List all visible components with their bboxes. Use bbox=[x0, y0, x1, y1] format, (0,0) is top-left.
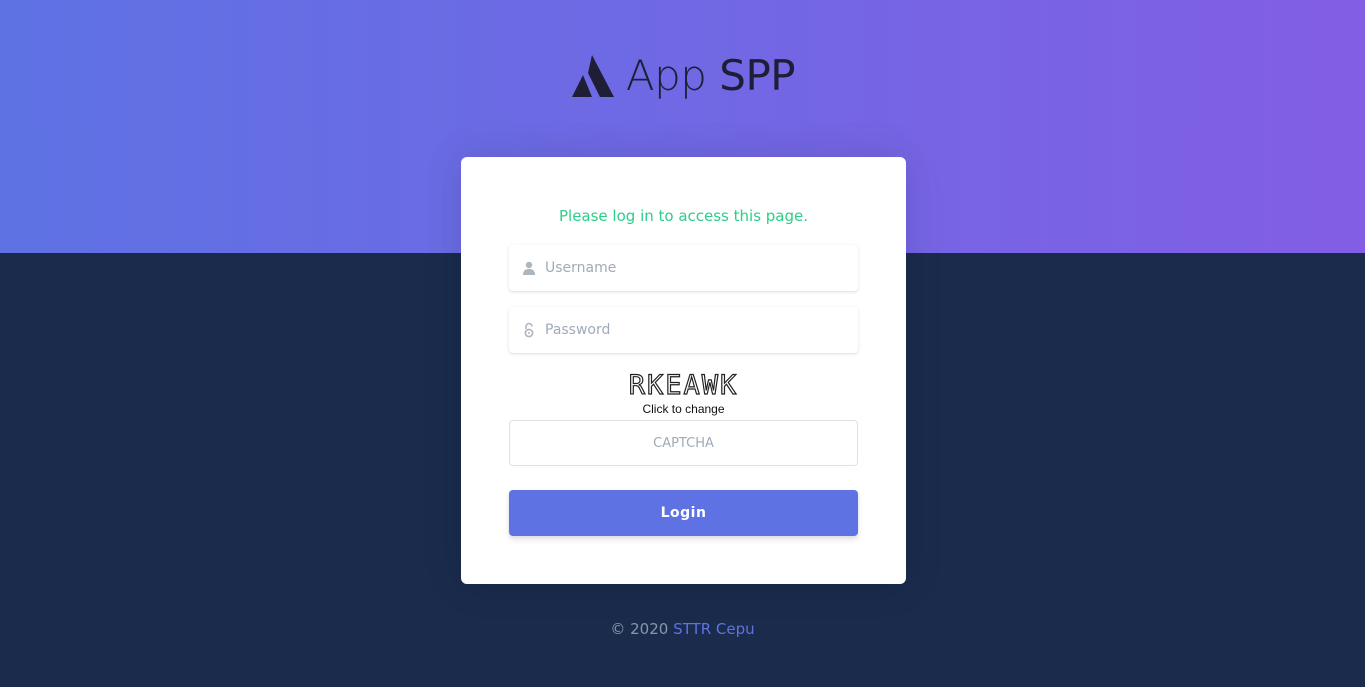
captcha-input[interactable] bbox=[509, 420, 858, 466]
brand: App SPP bbox=[0, 52, 1365, 100]
captcha-hint[interactable]: Click to change bbox=[461, 402, 906, 416]
lock-open-icon bbox=[509, 307, 545, 353]
username-field bbox=[509, 245, 858, 291]
password-input[interactable] bbox=[545, 307, 858, 353]
brand-title: App SPP bbox=[625, 51, 796, 100]
captcha-block: RKEAWK Click to change bbox=[461, 371, 906, 416]
username-input[interactable] bbox=[545, 245, 858, 291]
brand-name-light: App bbox=[625, 51, 707, 100]
captcha-image[interactable]: RKEAWK bbox=[628, 371, 739, 400]
password-field bbox=[509, 307, 858, 353]
login-notice: Please log in to access this page. bbox=[558, 207, 809, 225]
triangle-mountain-logo bbox=[571, 55, 614, 97]
user-icon bbox=[509, 245, 545, 291]
footer-link[interactable]: STTR Cepu bbox=[673, 620, 755, 638]
login-card: Please log in to access this page. RKEAW… bbox=[461, 157, 906, 584]
login-button[interactable]: Login bbox=[509, 490, 858, 536]
footer: © 2020 STTR Cepu bbox=[0, 620, 1365, 638]
footer-copyright: © 2020 bbox=[610, 620, 669, 638]
brand-name-strong: SPP bbox=[719, 51, 796, 100]
